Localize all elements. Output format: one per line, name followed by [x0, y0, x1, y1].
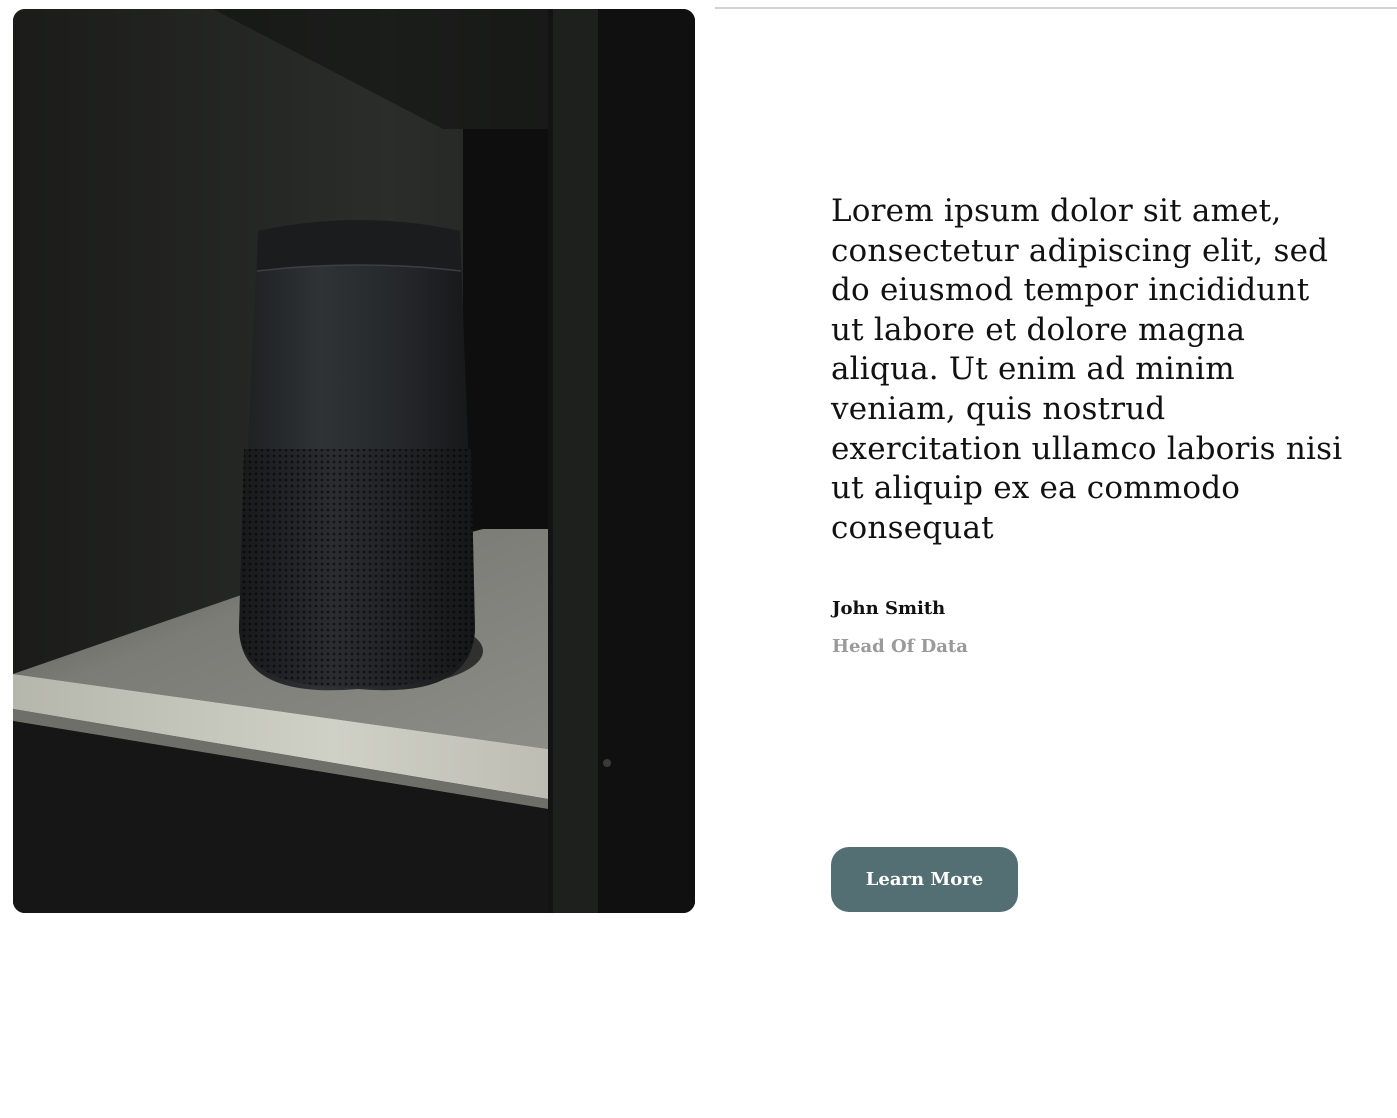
learn-more-button[interactable]: Learn More	[831, 847, 1018, 912]
testimonial-quote: Lorem ipsum dolor sit amet, consectetur …	[831, 193, 1343, 546]
product-photo	[13, 9, 695, 913]
author-name: John Smith	[832, 598, 946, 619]
top-divider	[715, 7, 1397, 9]
speaker-illustration	[13, 9, 695, 913]
author-role: Head Of Data	[832, 636, 968, 657]
